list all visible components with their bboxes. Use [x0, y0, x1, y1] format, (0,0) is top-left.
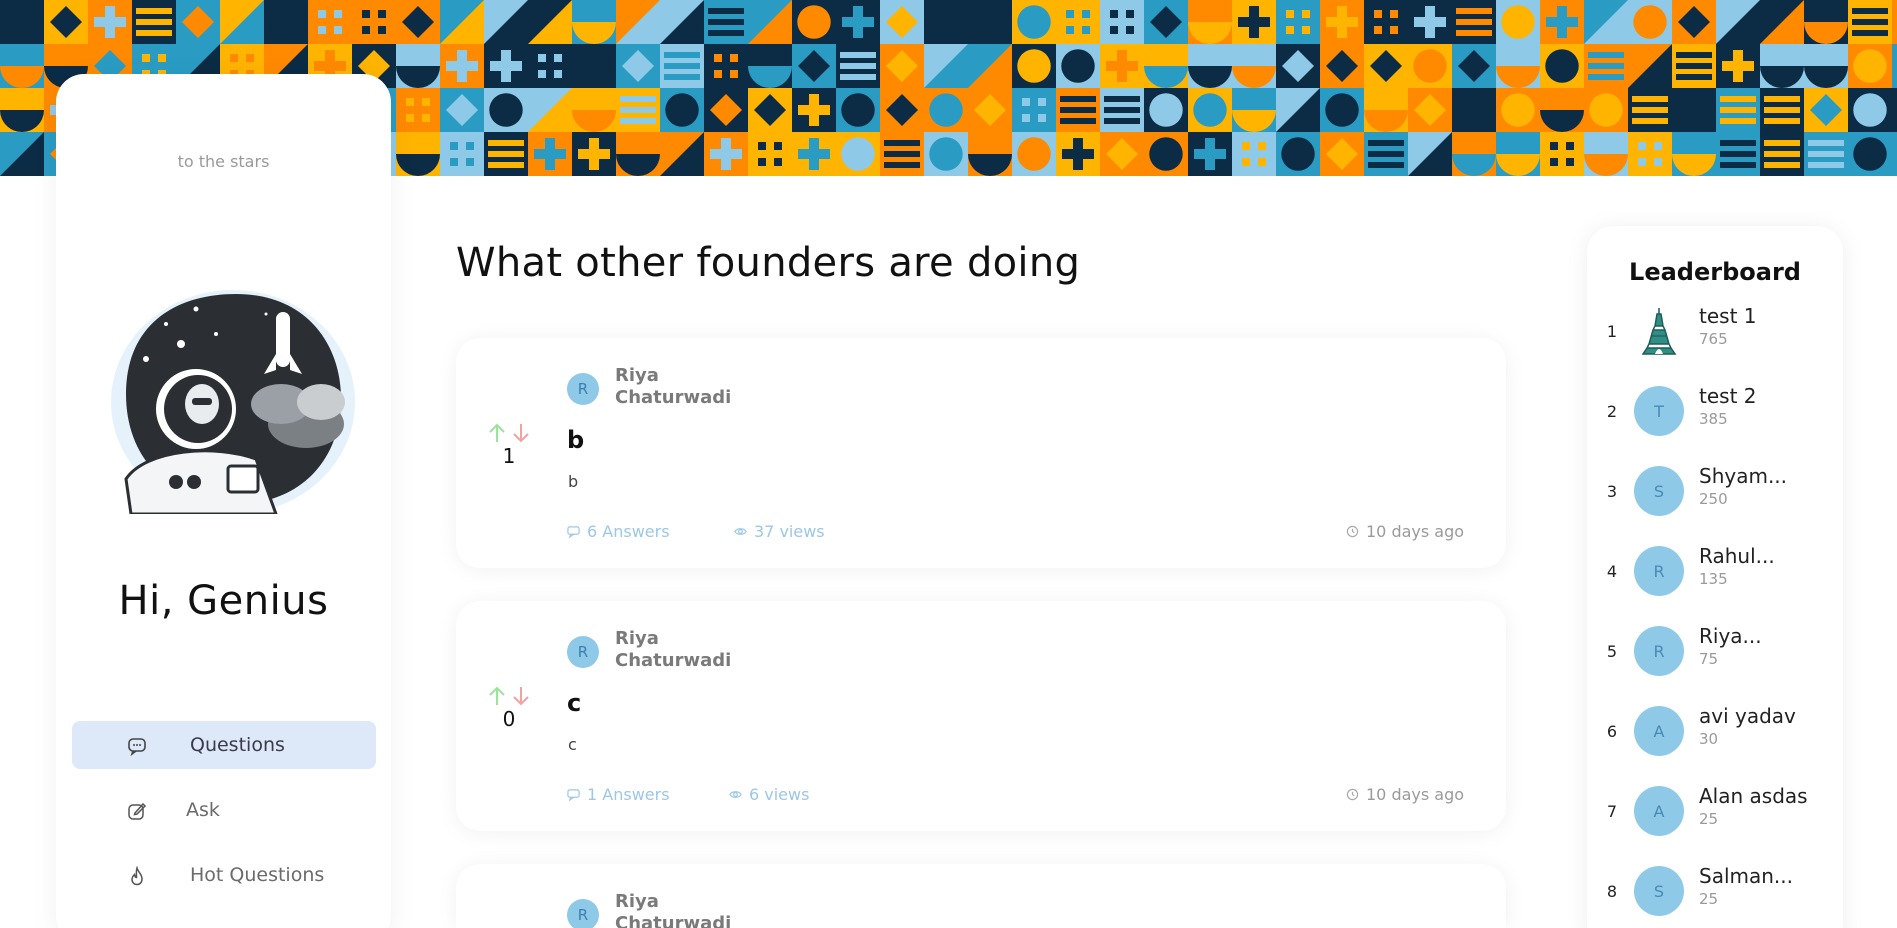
user-score: 75 — [1699, 650, 1719, 668]
rank: 6 — [1606, 722, 1618, 741]
avatar: R — [567, 373, 599, 405]
question-body: b — [568, 472, 579, 491]
user-name: Alan asdas — [1699, 784, 1808, 808]
avatar: R — [1634, 626, 1684, 676]
clock-icon — [1346, 788, 1359, 801]
user-name: Riya... — [1699, 624, 1762, 648]
user-score: 25 — [1699, 810, 1719, 828]
page-title: What other founders are doing — [456, 240, 1081, 286]
leaderboard-title: Leaderboard — [1629, 258, 1801, 286]
comment-icon — [567, 526, 580, 538]
avatar: R — [567, 899, 599, 928]
leaderboard-row[interactable]: 6 A avi yadav 30 — [1587, 702, 1843, 762]
avatar: R — [567, 636, 599, 668]
rank: 3 — [1606, 482, 1618, 501]
views-count: 6 views — [729, 785, 809, 804]
clock-icon — [1346, 525, 1359, 538]
avatar: A — [1634, 706, 1684, 756]
user-score: 30 — [1699, 730, 1719, 748]
question-card[interactable]: 1 R Riya Chaturwadi b b 6 Answers 37 vie… — [456, 338, 1506, 568]
user-name: avi yadav — [1699, 704, 1796, 728]
nav-hot-questions[interactable]: Hot Questions — [72, 851, 376, 899]
timestamp-label: 10 days ago — [1366, 522, 1465, 541]
user-name: Shyam... — [1699, 464, 1788, 488]
eiffel-tower-icon — [1634, 306, 1684, 356]
user-score: 765 — [1699, 330, 1728, 348]
views-count: 37 views — [734, 522, 825, 541]
rank: 7 — [1606, 802, 1618, 821]
question-author[interactable]: R Riya Chaturwadi — [567, 365, 735, 409]
leaderboard-row[interactable]: 3 S Shyam... 250 — [1587, 462, 1843, 522]
vote-count: 0 — [502, 707, 516, 731]
upvote-arrow-icon[interactable] — [487, 685, 507, 707]
question-title[interactable]: b — [567, 426, 584, 454]
avatar: S — [1634, 866, 1684, 916]
timestamp: 10 days ago — [1346, 785, 1464, 804]
leaderboard-row[interactable]: 7 A Alan asdas 25 — [1587, 782, 1843, 842]
eye-icon — [729, 791, 742, 798]
user-name: Rahul... — [1699, 544, 1775, 568]
question-title[interactable]: c — [567, 689, 581, 717]
answers-count[interactable]: 6 Answers — [567, 522, 670, 541]
answers-label: 1 Answers — [587, 785, 670, 804]
avatar: S — [1634, 466, 1684, 516]
rank: 4 — [1606, 562, 1618, 581]
author-name: Riya Chaturwadi — [615, 891, 732, 928]
question-author[interactable]: R Riya Chaturwadi — [567, 628, 735, 672]
timestamp-label: 10 days ago — [1366, 785, 1465, 804]
user-score: 250 — [1699, 490, 1728, 508]
avatar: A — [1634, 786, 1684, 836]
answers-count[interactable]: 1 Answers — [567, 785, 670, 804]
user-score: 25 — [1699, 890, 1719, 908]
answers-label: 6 Answers — [587, 522, 670, 541]
vote-widget: 1 — [484, 422, 534, 468]
leaderboard: Leaderboard 1 test 1 765 2 T test 2 385 … — [1587, 226, 1843, 928]
downvote-arrow-icon[interactable] — [511, 685, 531, 707]
chat-icon — [126, 735, 148, 757]
user-name: test 1 — [1699, 304, 1757, 328]
nav-questions-label: Questions — [190, 734, 285, 756]
question-author[interactable]: R Riya Chaturwadi — [567, 891, 735, 928]
nav-ask-label: Ask — [186, 799, 220, 821]
comment-icon — [567, 789, 580, 801]
user-name: test 2 — [1699, 384, 1757, 408]
tagline: to the stars — [177, 152, 270, 171]
user-score: 385 — [1699, 410, 1728, 428]
rank: 8 — [1606, 882, 1618, 901]
eye-icon — [734, 528, 747, 535]
avatar: R — [1634, 546, 1684, 596]
user-score: 135 — [1699, 570, 1728, 588]
question-card[interactable]: R Riya Chaturwadi — [456, 864, 1506, 928]
astronaut-illustration — [111, 290, 355, 514]
sidebar: to the stars Hi, Genius Questions Ask Ho… — [56, 74, 391, 928]
leaderboard-row[interactable]: 8 S Salman... 25 — [1587, 862, 1843, 922]
views-label: 6 views — [749, 785, 810, 804]
greeting-heading: Hi, Genius — [118, 578, 329, 624]
user-name: Salman... — [1699, 864, 1793, 888]
rank: 1 — [1606, 322, 1618, 341]
timestamp: 10 days ago — [1346, 522, 1464, 541]
downvote-arrow-icon[interactable] — [511, 422, 531, 444]
rank: 5 — [1606, 642, 1618, 661]
author-name: Riya Chaturwadi — [615, 628, 732, 671]
leaderboard-row[interactable]: 1 test 1 765 — [1587, 302, 1843, 362]
views-label: 37 views — [754, 522, 825, 541]
upvote-arrow-icon[interactable] — [487, 422, 507, 444]
nav-questions[interactable]: Questions — [72, 721, 376, 769]
vote-widget: 0 — [484, 685, 534, 731]
leaderboard-row[interactable]: 5 R Riya... 75 — [1587, 622, 1843, 682]
author-name: Riya Chaturwadi — [615, 365, 732, 408]
leaderboard-row[interactable]: 4 R Rahul... 135 — [1587, 542, 1843, 602]
question-body: c — [568, 735, 577, 754]
vote-count: 1 — [502, 444, 516, 468]
leaderboard-row[interactable]: 2 T test 2 385 — [1587, 382, 1843, 442]
nav-ask[interactable]: Ask — [72, 786, 376, 834]
question-card[interactable]: 0 R Riya Chaturwadi c c 1 Answers 6 view… — [456, 601, 1506, 831]
edit-icon — [126, 800, 148, 822]
avatar: T — [1634, 386, 1684, 436]
nav-hot-questions-label: Hot Questions — [190, 864, 325, 886]
flame-icon — [126, 865, 148, 887]
rank: 2 — [1606, 402, 1618, 421]
